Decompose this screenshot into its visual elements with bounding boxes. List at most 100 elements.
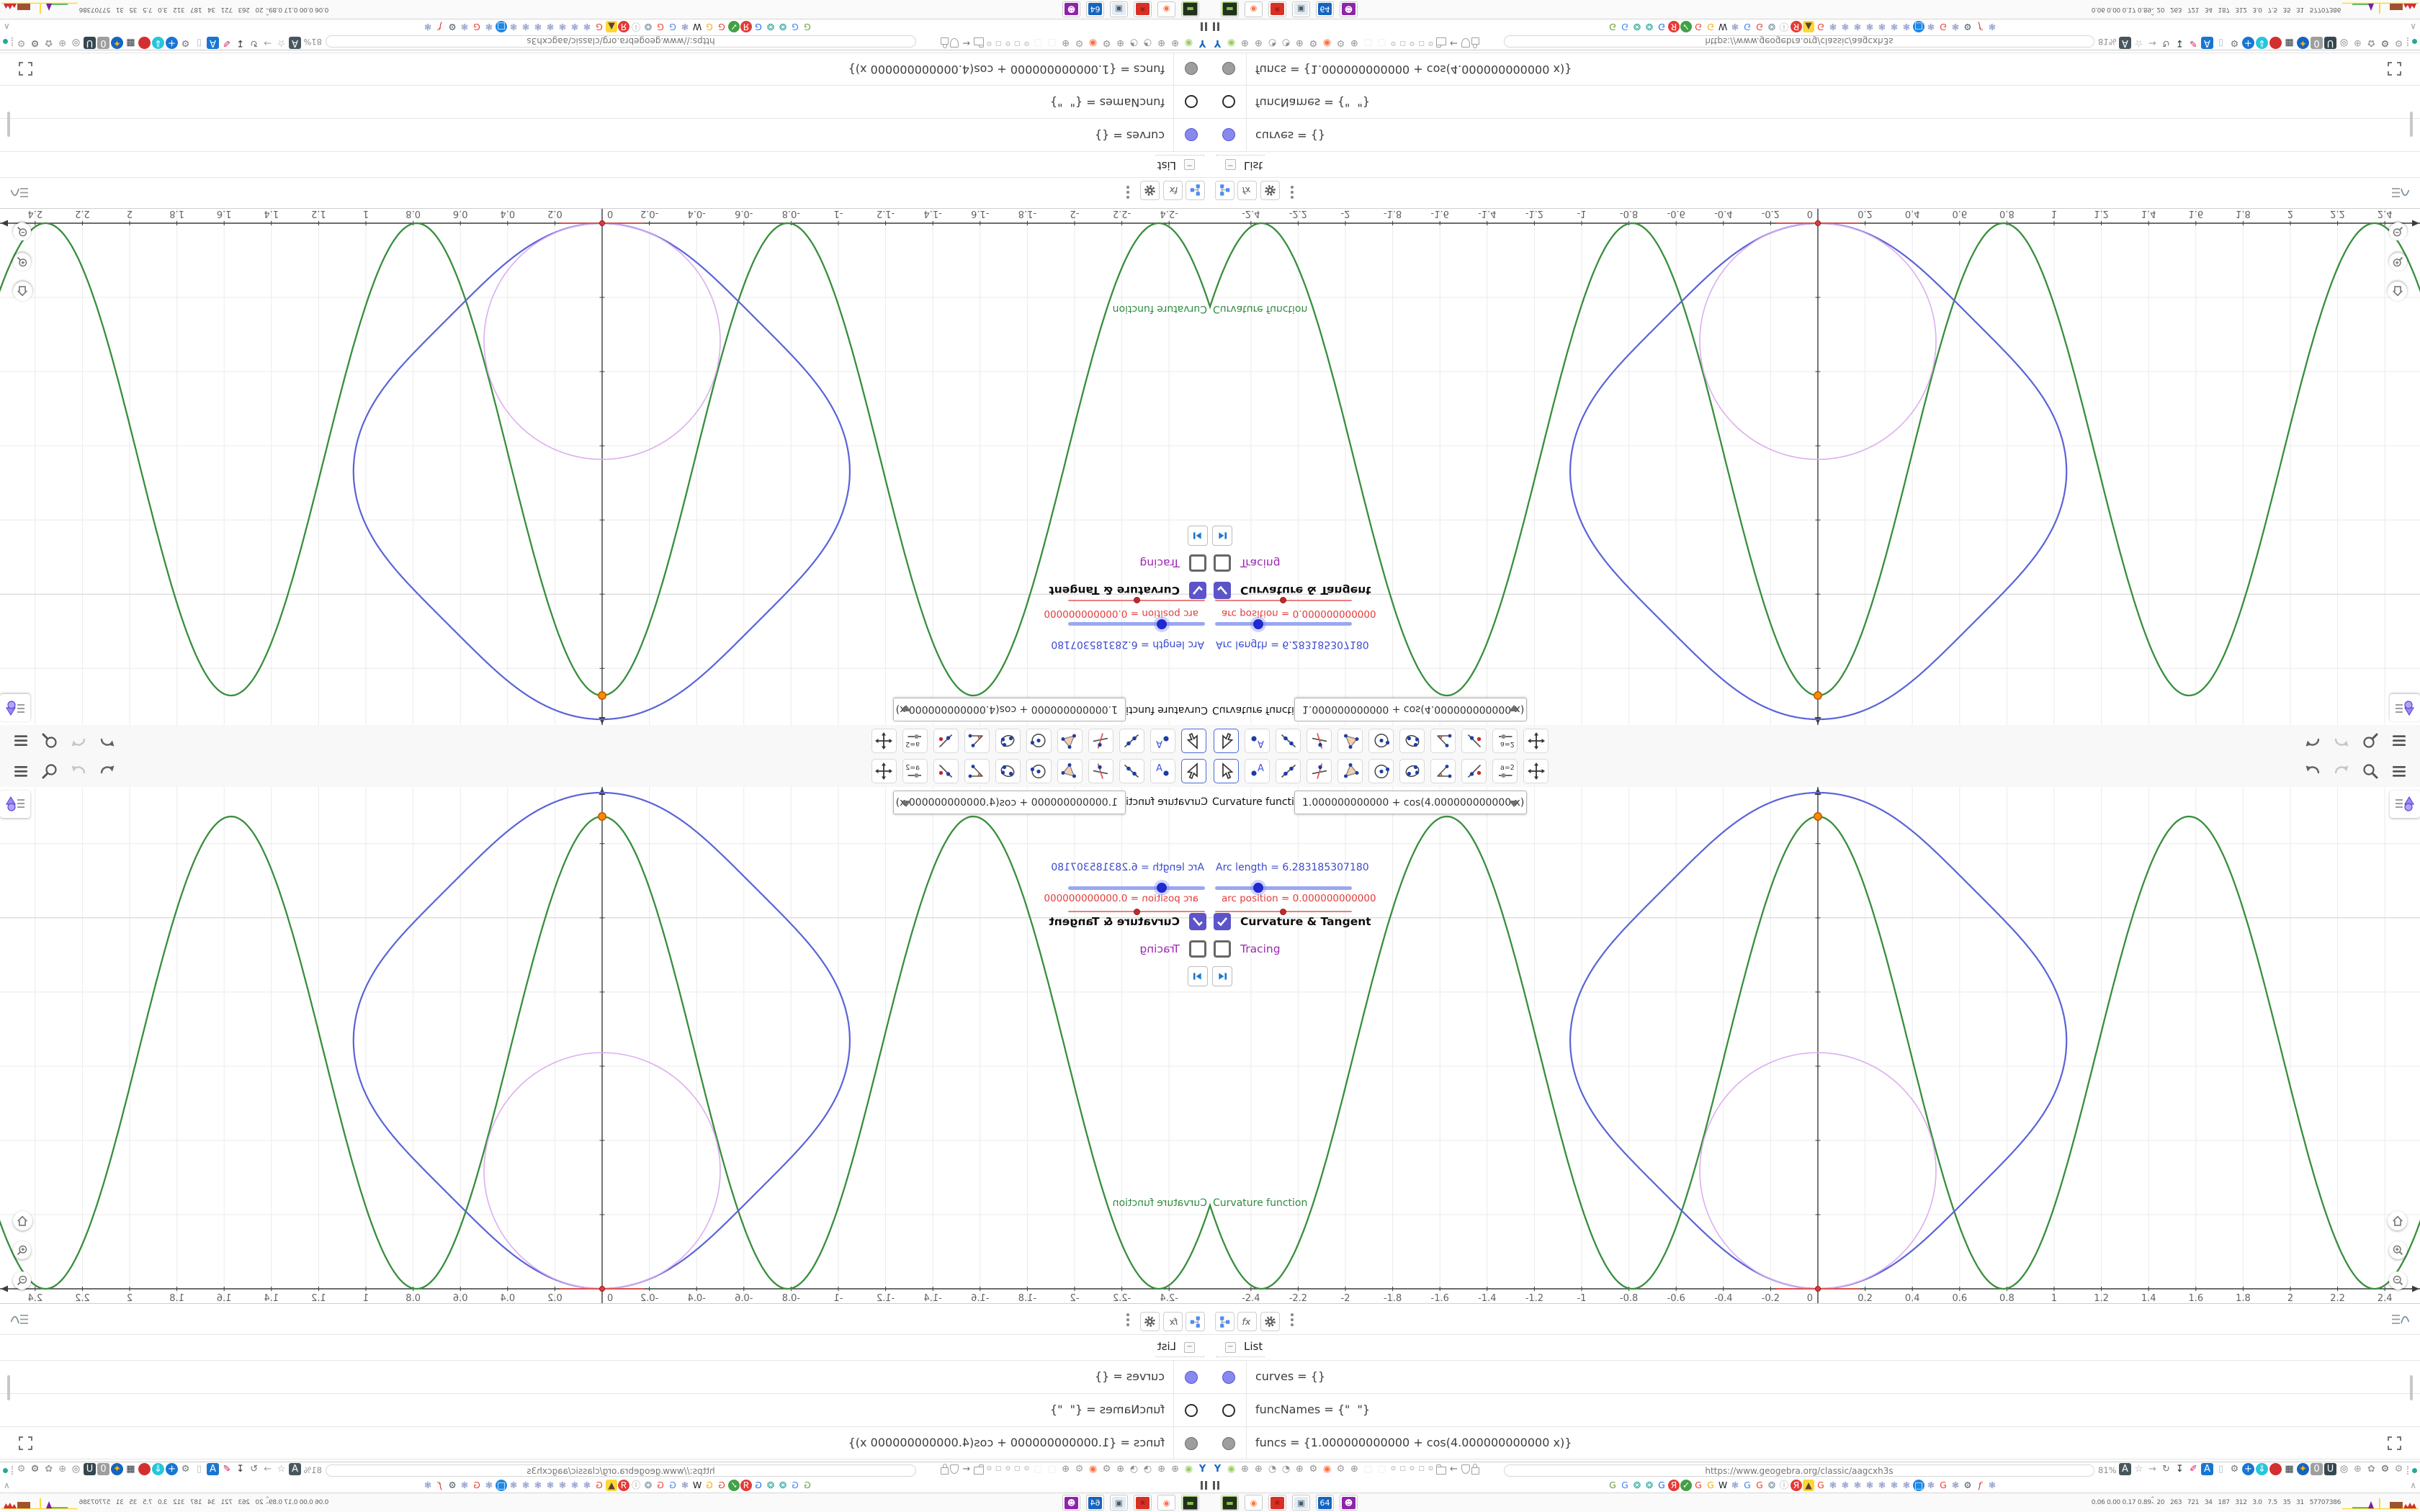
zoom-out-button[interactable] (13, 1272, 31, 1290)
folder-icon[interactable] (1436, 37, 1446, 46)
tool-point[interactable]: A (1150, 729, 1175, 753)
globe-icon[interactable]: ⊕ (1294, 37, 1306, 49)
bookmark-g[interactable]: G (1607, 1480, 1618, 1491)
colored-globe-icon[interactable]: ✦ (2297, 37, 2309, 49)
gear-icon[interactable]: ⚙ (179, 1463, 192, 1475)
back-icon[interactable]: ← (960, 37, 972, 49)
flower-extension-icon[interactable]: ✿ (2365, 1463, 2378, 1475)
ublock-icon[interactable]: U (84, 37, 96, 49)
forward-icon[interactable]: → (2146, 37, 2159, 49)
target-icon[interactable]: ◎ (70, 37, 82, 49)
bookmark-g-red3[interactable]: G (593, 1480, 605, 1491)
bookmark-green-check[interactable]: ✓ (1680, 1480, 1692, 1491)
bookmark-sphere[interactable]: ❂ (1644, 21, 1655, 32)
red-circle-extension-icon[interactable] (138, 1463, 151, 1475)
hidden-slot-icon[interactable]: ▢ (1362, 37, 1374, 49)
arc-length-slider-knob[interactable] (1157, 883, 1167, 893)
chevron-up-icon[interactable]: ∧ (2410, 1480, 2416, 1490)
app-settings-red[interactable]: ✳ (1268, 1495, 1286, 1511)
app-firefox[interactable]: ◉ (1245, 1, 1263, 17)
orange-point[interactable] (598, 812, 606, 821)
bookmark-sphere-grey[interactable]: ❂ (642, 1480, 654, 1491)
bookmark-star-icon[interactable]: ☆ (2133, 37, 2145, 49)
algebra-row-funcnames[interactable]: funcNames = {" "} (0, 86, 1210, 119)
arc-position-point[interactable] (599, 220, 605, 226)
bookmark-pinwheel[interactable]: ❃ (1839, 1480, 1851, 1491)
bookmark-wikipedia[interactable]: W (1717, 1480, 1729, 1491)
wrench2-icon[interactable]: ⚙ (2379, 1463, 2391, 1475)
wire-globe-icon[interactable]: ⊕ (56, 1463, 68, 1475)
bookmark-g-red3[interactable]: G (1815, 1480, 1827, 1491)
bookmark-pinwheel[interactable]: ❃ (422, 1480, 434, 1491)
bookmark-pinwheel[interactable]: ❃ (1729, 1480, 1741, 1491)
redo-icon[interactable] (2332, 729, 2351, 750)
bookmark-g-red2[interactable]: G (655, 21, 666, 32)
graphics-stylebar-button[interactable] (0, 791, 30, 818)
hidden-slot-icon[interactable]: ▢ (1362, 1463, 1374, 1475)
reload-icon[interactable]: ↻ (2160, 37, 2172, 49)
lock-icon[interactable] (941, 37, 949, 45)
tracing-checkbox[interactable] (1189, 940, 1206, 958)
trash-grid-icon[interactable]: ▦ (2283, 37, 2295, 49)
app-media-purple[interactable]: ☻ (1062, 1495, 1080, 1511)
red-circle-extension-icon[interactable] (2269, 37, 2282, 49)
zoom-out-button[interactable] (2389, 222, 2407, 240)
bookmark-yandex2[interactable]: Я (1791, 1480, 1802, 1491)
tool-perpendicular-line[interactable] (1088, 759, 1113, 783)
menu-icon[interactable] (12, 762, 30, 783)
bookmark-pinwheel[interactable]: ❃ (1827, 21, 1839, 32)
folder-icon[interactable] (1436, 1464, 1446, 1475)
tool-point[interactable]: A (1245, 759, 1270, 783)
bookmark-g-blue2[interactable]: G (667, 21, 678, 32)
download-icon[interactable]: ↧ (234, 37, 246, 49)
bookmark-f[interactable]: f (1974, 21, 1986, 32)
bookmark-g-red4[interactable]: G (1937, 1480, 1949, 1491)
bookmark-green-check[interactable]: ✓ (728, 21, 740, 32)
bookmark-sphere[interactable]: ❂ (777, 21, 789, 32)
bookmark-pinwheel[interactable]: ❃ (459, 1480, 470, 1491)
tool-circle-with-center[interactable] (1026, 759, 1052, 783)
menu-icon[interactable] (2390, 729, 2408, 750)
translator-icon[interactable]: A (207, 1463, 219, 1475)
bookmark-pinwheel[interactable]: ❃ (581, 21, 593, 32)
pause-icon[interactable] (1200, 22, 1207, 31)
download-icon[interactable]: ↧ (2174, 1463, 2186, 1475)
bookmark-g-orange[interactable]: G (704, 1480, 715, 1491)
capsule-icon[interactable]: ▯ (2215, 1463, 2227, 1475)
algebra-row-funcnames[interactable]: funcNames = {" "} (0, 1393, 1210, 1426)
app-floppy-64[interactable]: 64 (1086, 1, 1104, 17)
zero-badge-icon[interactable]: 0 (97, 1463, 109, 1475)
wire-globe-icon[interactable]: ⊕ (56, 37, 68, 49)
more-options-icon[interactable] (1126, 1313, 1129, 1326)
globe-icon[interactable]: ⊕ (1114, 1463, 1126, 1475)
url-bar[interactable]: https://www.geogebra.org/classic/aagcxh3… (326, 35, 916, 48)
globe-icon[interactable]: ⊕ (1114, 37, 1126, 49)
bookmark-green-check[interactable]: ✓ (1680, 21, 1692, 32)
settings-gear-icon[interactable]: ⚙ (2393, 37, 2405, 49)
orange-point[interactable] (1814, 812, 1822, 821)
colored-pencil-icon[interactable]: ✐ (220, 37, 233, 49)
wrench-icon[interactable]: ⚙ (1101, 1463, 1113, 1475)
bookmark-pinwheel[interactable]: ❃ (581, 1480, 593, 1491)
bookmark-pinwheel[interactable]: ❃ (532, 21, 544, 32)
curvature-tangent-checkbox[interactable] (1214, 582, 1231, 599)
tool-move-graphics-view[interactable] (1523, 759, 1549, 783)
teal-download-icon[interactable]: ⇓ (2256, 1463, 2268, 1475)
tool-move[interactable] (1214, 759, 1239, 783)
algebra-view-menu-icon[interactable] (10, 181, 29, 200)
flower-extension-icon[interactable]: ✿ (2365, 37, 2378, 49)
globe-icon[interactable]: ⊕ (1169, 37, 1181, 49)
bookmark-pinwheel[interactable]: ❃ (1876, 1480, 1888, 1491)
tab-icon[interactable]: ▢ (1399, 1463, 1407, 1475)
tab-dot-icon[interactable]: ⊙ (1389, 37, 1397, 49)
zoom-search-icon[interactable] (40, 762, 59, 783)
zoom-out-button[interactable] (13, 222, 31, 240)
plus-extension-icon[interactable]: + (166, 37, 178, 49)
teal-download-icon[interactable]: ⇓ (2256, 37, 2268, 49)
collapse-icon[interactable]: − (1225, 159, 1236, 170)
tool-conic-through-points[interactable] (1399, 759, 1425, 783)
redo-icon[interactable] (69, 762, 88, 783)
url-bar[interactable]: https://www.geogebra.org/classic/aagcxh3… (1504, 1464, 2094, 1477)
bookmark-pinwheel[interactable]: ❃ (508, 1480, 519, 1491)
arc-length-slider[interactable] (1068, 619, 1205, 629)
